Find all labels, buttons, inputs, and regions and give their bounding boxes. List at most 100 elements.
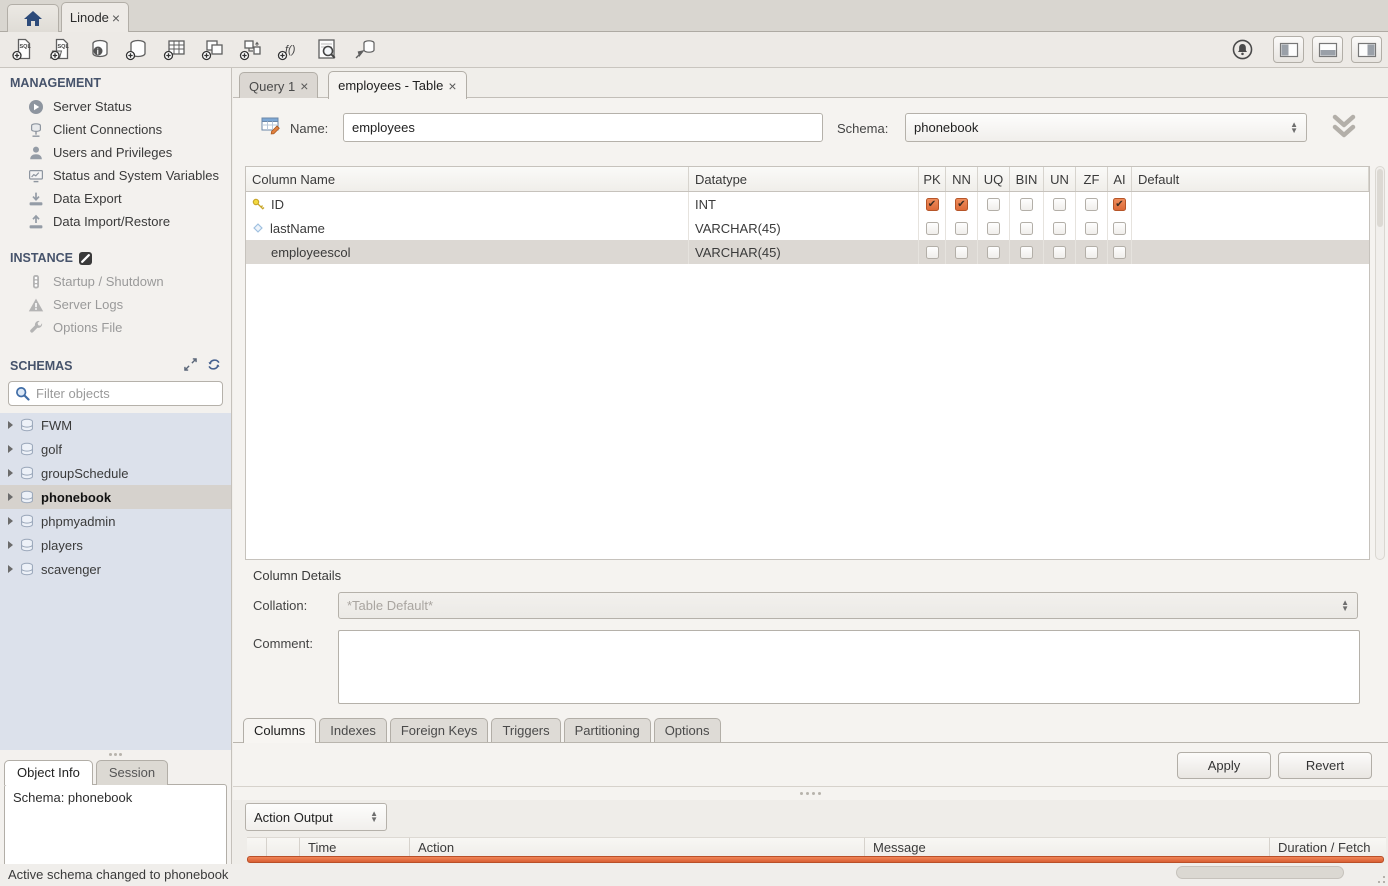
checkbox-unchecked-icon[interactable]: ✔ (1020, 246, 1033, 259)
tab-columns[interactable]: Columns (243, 718, 316, 743)
expander-triangle-icon[interactable] (8, 565, 13, 573)
expander-triangle-icon[interactable] (8, 517, 13, 525)
expander-triangle-icon[interactable] (8, 493, 13, 501)
checkbox-unchecked-icon[interactable]: ✔ (987, 198, 1000, 211)
column-name-cell[interactable]: employeescol (246, 240, 689, 264)
open-sql-script-icon[interactable]: SQL (48, 38, 74, 62)
flag-cell-zf[interactable]: ✔ (1076, 240, 1108, 264)
schema-item-players[interactable]: players (0, 533, 231, 557)
create-table-icon[interactable] (162, 38, 188, 62)
home-tab[interactable] (7, 4, 59, 32)
flag-cell-uq[interactable]: ✔ (978, 192, 1010, 216)
checkbox-unchecked-icon[interactable]: ✔ (926, 246, 939, 259)
new-sql-editor-icon[interactable]: SQL (10, 38, 36, 62)
flag-cell-un[interactable]: ✔ (1044, 216, 1076, 240)
schema-item-phpmyadmin[interactable]: phpmyadmin (0, 509, 231, 533)
tab-object-info[interactable]: Object Info (4, 760, 93, 785)
schema-select[interactable]: phonebook ▲▼ (905, 113, 1307, 142)
search-table-data-icon[interactable] (314, 38, 340, 62)
flag-cell-bin[interactable]: ✔ (1010, 192, 1044, 216)
flag-cell-pk[interactable]: ✔ (919, 240, 946, 264)
flag-cell-ai[interactable]: ✔ (1108, 192, 1132, 216)
schema-filter-input[interactable] (36, 386, 216, 401)
sidebar-item-data-import-restore[interactable]: Data Import/Restore (0, 210, 231, 233)
sidebar-item-options-file[interactable]: Options File (0, 316, 231, 339)
checkbox-unchecked-icon[interactable]: ✔ (1053, 198, 1066, 211)
flag-cell-pk[interactable]: ✔ (919, 192, 946, 216)
checkbox-unchecked-icon[interactable]: ✔ (987, 246, 1000, 259)
flag-cell-nn[interactable]: ✔ (946, 216, 978, 240)
editor-tab-query-1[interactable]: Query 1× (239, 72, 318, 99)
checkbox-checked-icon[interactable]: ✔ (926, 198, 939, 211)
grid-row-employeescol[interactable]: employeescolVARCHAR(45)✔✔✔✔✔✔✔ (246, 240, 1369, 264)
apply-button[interactable]: Apply (1177, 752, 1271, 779)
toggle-left-panel-button[interactable] (1273, 36, 1304, 63)
grid-header-default[interactable]: Default (1132, 167, 1369, 191)
flag-cell-un[interactable]: ✔ (1044, 192, 1076, 216)
create-stored-procedure-icon[interactable] (238, 38, 264, 62)
close-icon[interactable]: × (448, 80, 456, 92)
checkbox-checked-icon[interactable]: ✔ (955, 198, 968, 211)
sidebar-splitter-handle[interactable] (0, 750, 231, 758)
create-function-icon[interactable]: f() (276, 38, 302, 62)
tab-foreign-keys[interactable]: Foreign Keys (390, 718, 489, 743)
checkbox-unchecked-icon[interactable]: ✔ (955, 222, 968, 235)
datatype-cell[interactable]: INT (689, 192, 919, 216)
toggle-right-panel-button[interactable] (1351, 36, 1382, 63)
expand-schemas-icon[interactable] (184, 358, 197, 371)
column-name-cell[interactable]: ID (246, 192, 689, 216)
checkbox-unchecked-icon[interactable]: ✔ (1085, 246, 1098, 259)
flag-cell-pk[interactable]: ✔ (919, 216, 946, 240)
grid-header-datatype[interactable]: Datatype (689, 167, 919, 191)
expander-triangle-icon[interactable] (8, 541, 13, 549)
sidebar-item-server-logs[interactable]: Server Logs (0, 293, 231, 316)
output-splitter-handle[interactable] (233, 786, 1388, 799)
datatype-cell[interactable]: VARCHAR(45) (689, 216, 919, 240)
grid-row-id[interactable]: IDINT ✔ ✔ ✔ ✔ ✔ ✔ ✔ (246, 192, 1369, 216)
connection-tab[interactable]: Linode × (61, 2, 129, 32)
checkbox-unchecked-icon[interactable]: ✔ (1085, 198, 1098, 211)
flag-cell-bin[interactable]: ✔ (1010, 216, 1044, 240)
tab-options[interactable]: Options (654, 718, 721, 743)
table-name-input[interactable] (343, 113, 823, 142)
checkbox-unchecked-icon[interactable]: ✔ (1053, 222, 1066, 235)
flag-cell-zf[interactable]: ✔ (1076, 192, 1108, 216)
grid-header-nn[interactable]: NN (946, 167, 978, 191)
create-schema-icon[interactable] (124, 38, 150, 62)
notifications-icon[interactable] (1232, 39, 1253, 60)
schema-item-fwm[interactable]: FWM (0, 413, 231, 437)
grid-header-un[interactable]: UN (1044, 167, 1076, 191)
flag-cell-uq[interactable]: ✔ (978, 216, 1010, 240)
checkbox-unchecked-icon[interactable]: ✔ (926, 222, 939, 235)
schema-item-groupschedule[interactable]: groupSchedule (0, 461, 231, 485)
close-icon[interactable]: × (300, 80, 308, 92)
inspect-database-icon[interactable]: i (86, 38, 112, 62)
sidebar-item-startup-shutdown[interactable]: Startup / Shutdown (0, 270, 231, 293)
checkbox-unchecked-icon[interactable]: ✔ (987, 222, 1000, 235)
tab-indexes[interactable]: Indexes (319, 718, 387, 743)
window-resize-grip[interactable] (1371, 869, 1385, 883)
schema-item-phonebook[interactable]: phonebook (0, 485, 231, 509)
grid-vertical-scrollbar[interactable] (1375, 166, 1385, 560)
expander-triangle-icon[interactable] (8, 445, 13, 453)
column-name-cell[interactable]: lastName (246, 216, 689, 240)
checkbox-unchecked-icon[interactable]: ✔ (1020, 198, 1033, 211)
checkbox-unchecked-icon[interactable]: ✔ (1020, 222, 1033, 235)
grid-header-zf[interactable]: ZF (1076, 167, 1108, 191)
grid-header-bin[interactable]: BIN (1010, 167, 1044, 191)
expander-triangle-icon[interactable] (8, 421, 13, 429)
checkbox-checked-icon[interactable]: ✔ (1113, 198, 1126, 211)
default-cell[interactable] (1132, 192, 1369, 216)
window-scrollbar-thumb[interactable] (1176, 866, 1344, 879)
schema-item-golf[interactable]: golf (0, 437, 231, 461)
expander-triangle-icon[interactable] (8, 469, 13, 477)
sidebar-item-server-status[interactable]: Server Status (0, 95, 231, 118)
default-cell[interactable] (1132, 240, 1369, 264)
tab-partitioning[interactable]: Partitioning (564, 718, 651, 743)
checkbox-unchecked-icon[interactable]: ✔ (1113, 222, 1126, 235)
flag-cell-uq[interactable]: ✔ (978, 240, 1010, 264)
action-output-horizontal-scrollbar[interactable] (247, 856, 1384, 863)
close-icon[interactable]: × (112, 12, 120, 24)
comment-textarea[interactable] (338, 630, 1360, 704)
flag-cell-ai[interactable]: ✔ (1108, 216, 1132, 240)
